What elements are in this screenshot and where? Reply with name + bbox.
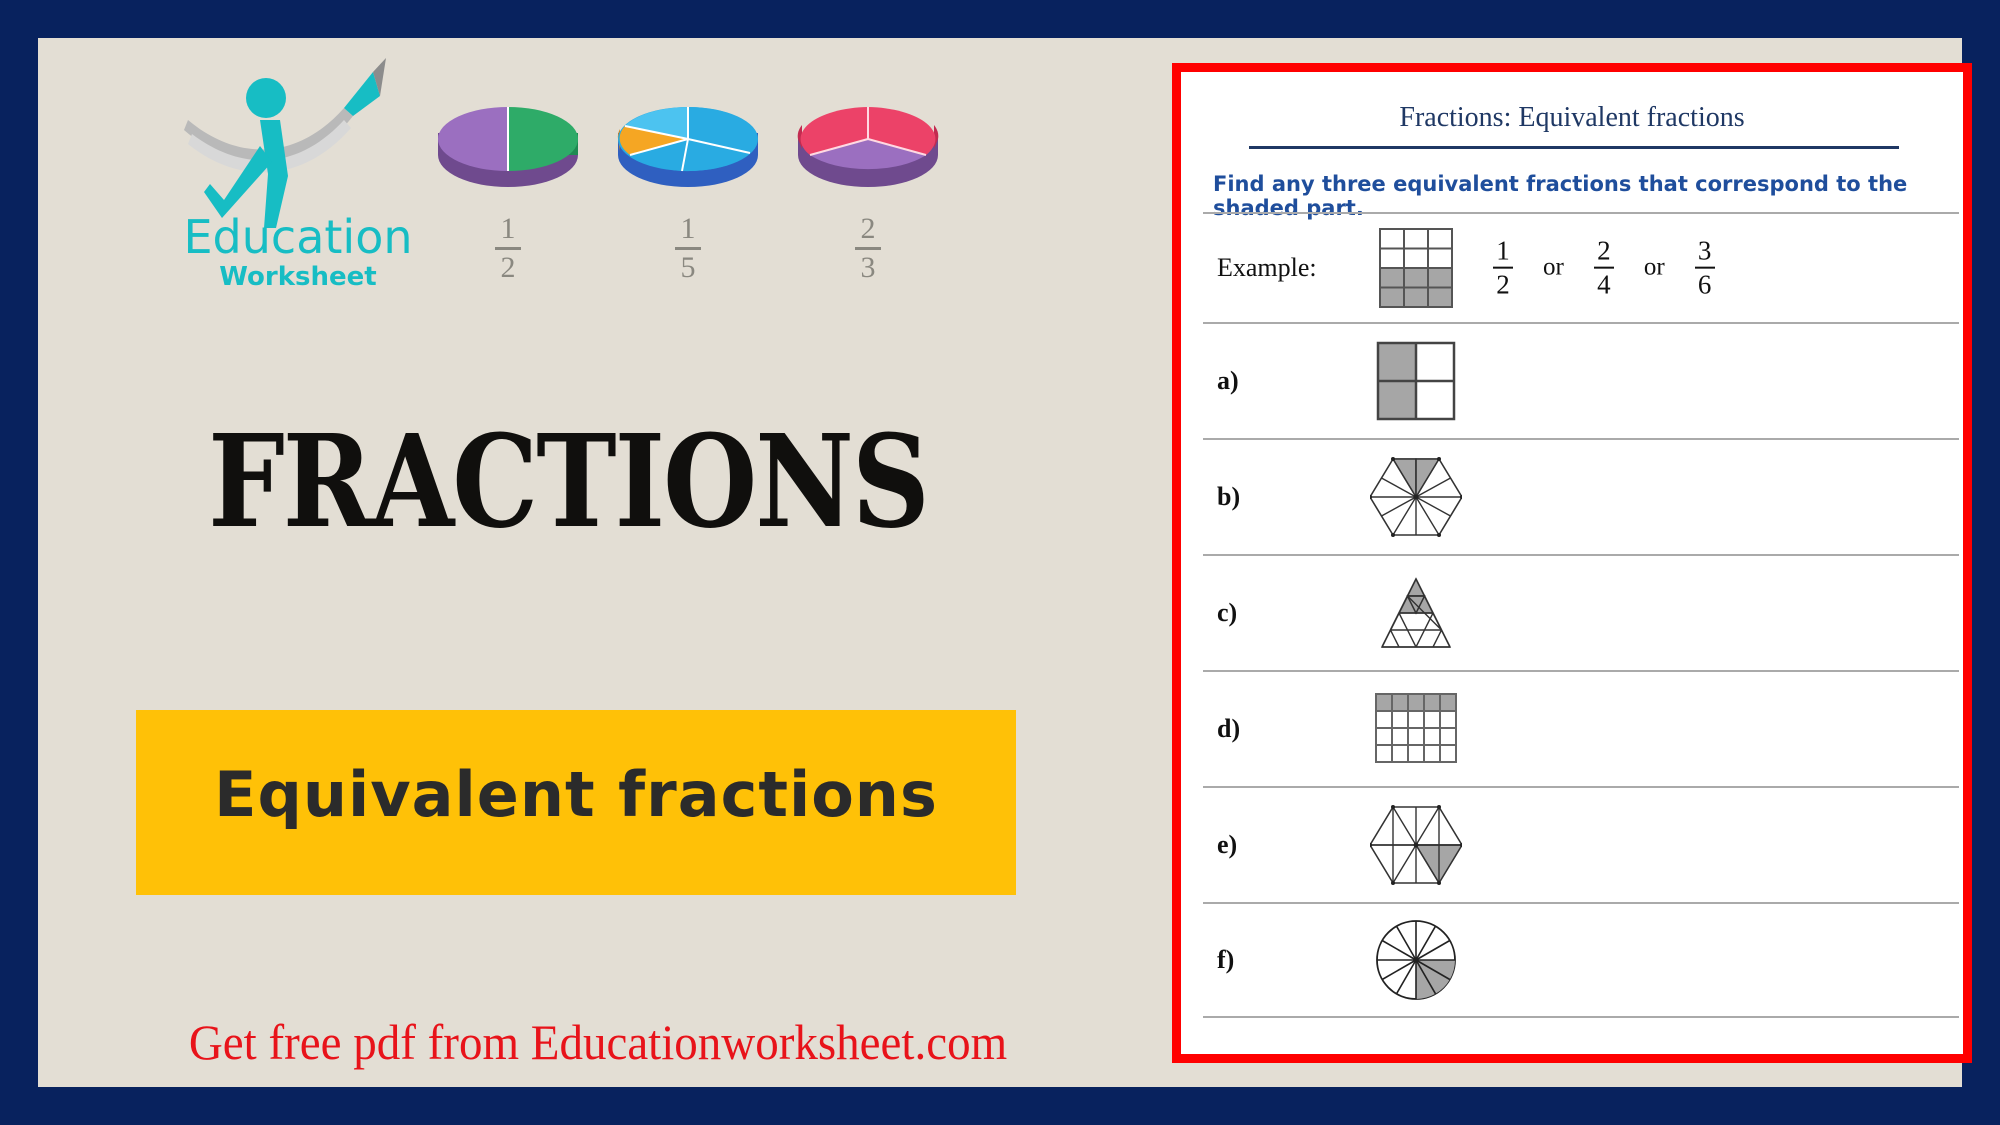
pie-chart-one-fifth: 1 5 — [608, 93, 768, 283]
row-label-b: b) — [1217, 482, 1241, 511]
row-shape-c — [1361, 567, 1471, 659]
worksheet-row-f[interactable]: f) — [1203, 902, 1959, 1018]
grid-3x4-shape-icon — [1379, 228, 1453, 308]
worksheet-row-example: Example: 1 2 or 2 4 or 3 6 — [1203, 212, 1959, 322]
row-shape-e — [1361, 799, 1471, 891]
row-shape-f — [1361, 914, 1471, 1006]
row-label-e: e) — [1217, 830, 1238, 859]
worksheet-title: Fractions: Equivalent fractions — [1399, 102, 1745, 133]
fraction-bar — [1694, 267, 1715, 269]
pie-fifth-icon — [617, 107, 758, 187]
fraction-bar — [675, 247, 701, 250]
pie-half-icon — [438, 107, 578, 187]
page-frame: Education Worksheet 1 2 1 5 2 3 FRACTION… — [38, 38, 1972, 1087]
worksheet-row-a[interactable]: a) — [1203, 322, 1959, 438]
pie-chart-two-thirds: 2 3 — [788, 93, 948, 283]
row-shape-b — [1361, 451, 1471, 543]
circle-12-sectors-shape-icon — [1376, 920, 1456, 1000]
worksheet-row-d[interactable]: d) — [1203, 670, 1959, 786]
footer-note: Get free pdf from Educationworksheet.com — [188, 1014, 1008, 1070]
row-label-c: c) — [1217, 598, 1238, 627]
row-label-example: Example: — [1217, 253, 1317, 282]
pie-label-one-fifth: 1 5 — [675, 214, 701, 283]
fraction-bar — [1493, 267, 1513, 269]
pie-two-thirds-icon — [797, 107, 939, 187]
worksheet-row-c[interactable]: c) — [1203, 554, 1959, 670]
cover-left-column: Education Worksheet 1 2 1 5 2 3 FRACTION… — [38, 38, 1168, 1087]
example-fraction-1: 1 2 — [1493, 236, 1513, 299]
row-label-f: f) — [1217, 945, 1235, 974]
example-fraction-3: 3 6 — [1694, 236, 1715, 299]
worksheet-title-rule — [1249, 146, 1899, 149]
example-or-2: or — [1643, 254, 1665, 281]
row-answers-example: 1 2 or 2 4 or 3 6 — [1493, 236, 1715, 299]
pie-chart-one-half: 1 2 — [428, 93, 588, 283]
grid-5x4-shape-icon — [1375, 693, 1457, 763]
fraction-bar — [1593, 267, 1614, 269]
pie-chart-illustrations: 1 2 1 5 2 3 — [428, 93, 948, 308]
row-label-a: a) — [1217, 366, 1239, 395]
worksheet-page: Fractions: Equivalent fractions Find any… — [1181, 72, 1963, 1054]
example-fraction-2: 2 4 — [1593, 236, 1614, 299]
hexagon-12-triangles-shape-icon — [1370, 457, 1462, 537]
fraction-bar — [495, 247, 521, 250]
row-label-d: d) — [1217, 714, 1241, 743]
pie-label-one-half: 1 2 — [495, 214, 521, 283]
row-shape-d — [1361, 683, 1471, 775]
worksheet-panel: Fractions: Equivalent fractions Find any… — [1172, 63, 1972, 1063]
topic-banner: Equivalent fractions — [136, 710, 1016, 895]
row-shape-a — [1361, 335, 1471, 427]
worksheet-row-e[interactable]: e) — [1203, 786, 1959, 902]
triangle-16-parts-shape-icon — [1380, 577, 1452, 648]
hexagon-6-triangles-shape-icon — [1370, 805, 1462, 885]
logo-text-education: Education — [183, 210, 413, 264]
row-shape-example — [1361, 222, 1471, 314]
worksheet-rows: Example: 1 2 or 2 4 or 3 6 a) b) c) d) e… — [1203, 212, 1959, 1018]
page-title: FRACTIONS — [208, 408, 930, 557]
fraction-bar — [855, 247, 881, 250]
worksheet-row-b[interactable]: b) — [1203, 438, 1959, 554]
logo-text-worksheet: Worksheet — [219, 262, 377, 292]
example-or-1: or — [1543, 254, 1564, 281]
pie-label-two-thirds: 2 3 — [855, 214, 881, 283]
education-worksheet-logo: Education Worksheet — [148, 50, 448, 310]
grid-2x2-shape-icon — [1376, 341, 1456, 421]
topic-banner-label: Equivalent fractions — [214, 758, 938, 831]
